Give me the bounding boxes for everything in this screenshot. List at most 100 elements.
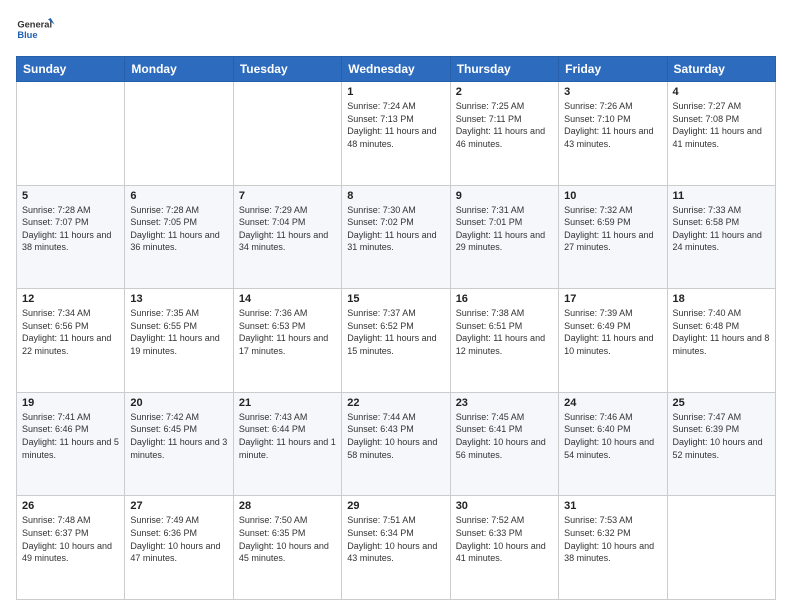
calendar-cell: 16 Sunrise: 7:38 AMSunset: 6:51 PMDaylig… xyxy=(450,289,558,393)
day-info: Sunrise: 7:35 AMSunset: 6:55 PMDaylight:… xyxy=(130,308,219,356)
day-number: 16 xyxy=(456,293,553,305)
day-number: 14 xyxy=(239,293,336,305)
calendar-cell: 20 Sunrise: 7:42 AMSunset: 6:45 PMDaylig… xyxy=(125,392,233,496)
day-number: 6 xyxy=(130,190,227,202)
day-number: 7 xyxy=(239,190,336,202)
day-number: 9 xyxy=(456,190,553,202)
day-info: Sunrise: 7:38 AMSunset: 6:51 PMDaylight:… xyxy=(456,308,545,356)
calendar-cell: 25 Sunrise: 7:47 AMSunset: 6:39 PMDaylig… xyxy=(667,392,775,496)
day-info: Sunrise: 7:31 AMSunset: 7:01 PMDaylight:… xyxy=(456,205,545,253)
day-info: Sunrise: 7:45 AMSunset: 6:41 PMDaylight:… xyxy=(456,412,546,460)
calendar-cell: 1 Sunrise: 7:24 AMSunset: 7:13 PMDayligh… xyxy=(342,82,450,186)
day-info: Sunrise: 7:41 AMSunset: 6:46 PMDaylight:… xyxy=(22,412,119,460)
calendar-cell: 13 Sunrise: 7:35 AMSunset: 6:55 PMDaylig… xyxy=(125,289,233,393)
day-info: Sunrise: 7:26 AMSunset: 7:10 PMDaylight:… xyxy=(564,101,653,149)
calendar-cell: 4 Sunrise: 7:27 AMSunset: 7:08 PMDayligh… xyxy=(667,82,775,186)
calendar-cell xyxy=(125,82,233,186)
day-info: Sunrise: 7:50 AMSunset: 6:35 PMDaylight:… xyxy=(239,515,329,563)
calendar-table: SundayMondayTuesdayWednesdayThursdayFrid… xyxy=(16,56,776,600)
day-number: 28 xyxy=(239,500,336,512)
day-info: Sunrise: 7:40 AMSunset: 6:48 PMDaylight:… xyxy=(673,308,770,356)
calendar-cell: 22 Sunrise: 7:44 AMSunset: 6:43 PMDaylig… xyxy=(342,392,450,496)
day-info: Sunrise: 7:51 AMSunset: 6:34 PMDaylight:… xyxy=(347,515,437,563)
calendar-cell: 28 Sunrise: 7:50 AMSunset: 6:35 PMDaylig… xyxy=(233,496,341,600)
calendar-cell: 9 Sunrise: 7:31 AMSunset: 7:01 PMDayligh… xyxy=(450,185,558,289)
day-info: Sunrise: 7:29 AMSunset: 7:04 PMDaylight:… xyxy=(239,205,328,253)
calendar-week-row: 12 Sunrise: 7:34 AMSunset: 6:56 PMDaylig… xyxy=(17,289,776,393)
day-info: Sunrise: 7:42 AMSunset: 6:45 PMDaylight:… xyxy=(130,412,227,460)
calendar-day-header: Saturday xyxy=(667,57,775,82)
day-info: Sunrise: 7:33 AMSunset: 6:58 PMDaylight:… xyxy=(673,205,762,253)
day-number: 17 xyxy=(564,293,661,305)
day-number: 26 xyxy=(22,500,119,512)
calendar-cell: 23 Sunrise: 7:45 AMSunset: 6:41 PMDaylig… xyxy=(450,392,558,496)
calendar-week-row: 1 Sunrise: 7:24 AMSunset: 7:13 PMDayligh… xyxy=(17,82,776,186)
calendar-cell: 7 Sunrise: 7:29 AMSunset: 7:04 PMDayligh… xyxy=(233,185,341,289)
calendar-cell: 31 Sunrise: 7:53 AMSunset: 6:32 PMDaylig… xyxy=(559,496,667,600)
day-number: 11 xyxy=(673,190,770,202)
calendar-cell: 14 Sunrise: 7:36 AMSunset: 6:53 PMDaylig… xyxy=(233,289,341,393)
header: General Blue xyxy=(16,12,776,48)
logo: General Blue xyxy=(16,12,56,48)
day-info: Sunrise: 7:53 AMSunset: 6:32 PMDaylight:… xyxy=(564,515,654,563)
day-number: 21 xyxy=(239,397,336,409)
day-info: Sunrise: 7:28 AMSunset: 7:05 PMDaylight:… xyxy=(130,205,219,253)
calendar-cell: 2 Sunrise: 7:25 AMSunset: 7:11 PMDayligh… xyxy=(450,82,558,186)
day-info: Sunrise: 7:27 AMSunset: 7:08 PMDaylight:… xyxy=(673,101,762,149)
calendar-week-row: 19 Sunrise: 7:41 AMSunset: 6:46 PMDaylig… xyxy=(17,392,776,496)
logo-svg: General Blue xyxy=(16,12,56,48)
day-number: 1 xyxy=(347,86,444,98)
calendar-cell xyxy=(17,82,125,186)
calendar-cell: 10 Sunrise: 7:32 AMSunset: 6:59 PMDaylig… xyxy=(559,185,667,289)
calendar-day-header: Tuesday xyxy=(233,57,341,82)
svg-text:General: General xyxy=(17,19,52,29)
day-number: 3 xyxy=(564,86,661,98)
calendar-cell: 12 Sunrise: 7:34 AMSunset: 6:56 PMDaylig… xyxy=(17,289,125,393)
calendar-cell: 3 Sunrise: 7:26 AMSunset: 7:10 PMDayligh… xyxy=(559,82,667,186)
day-number: 18 xyxy=(673,293,770,305)
day-number: 13 xyxy=(130,293,227,305)
day-number: 10 xyxy=(564,190,661,202)
day-info: Sunrise: 7:32 AMSunset: 6:59 PMDaylight:… xyxy=(564,205,653,253)
day-info: Sunrise: 7:49 AMSunset: 6:36 PMDaylight:… xyxy=(130,515,220,563)
day-number: 30 xyxy=(456,500,553,512)
day-info: Sunrise: 7:37 AMSunset: 6:52 PMDaylight:… xyxy=(347,308,436,356)
calendar-cell: 26 Sunrise: 7:48 AMSunset: 6:37 PMDaylig… xyxy=(17,496,125,600)
svg-text:Blue: Blue xyxy=(17,30,37,40)
calendar-day-header: Monday xyxy=(125,57,233,82)
calendar-day-header: Wednesday xyxy=(342,57,450,82)
day-number: 22 xyxy=(347,397,444,409)
day-info: Sunrise: 7:36 AMSunset: 6:53 PMDaylight:… xyxy=(239,308,328,356)
page: General Blue SundayMondayTuesdayWednesda… xyxy=(0,0,792,612)
day-info: Sunrise: 7:28 AMSunset: 7:07 PMDaylight:… xyxy=(22,205,111,253)
day-info: Sunrise: 7:44 AMSunset: 6:43 PMDaylight:… xyxy=(347,412,437,460)
day-info: Sunrise: 7:48 AMSunset: 6:37 PMDaylight:… xyxy=(22,515,112,563)
day-info: Sunrise: 7:47 AMSunset: 6:39 PMDaylight:… xyxy=(673,412,763,460)
calendar-day-header: Thursday xyxy=(450,57,558,82)
calendar-cell: 30 Sunrise: 7:52 AMSunset: 6:33 PMDaylig… xyxy=(450,496,558,600)
day-info: Sunrise: 7:46 AMSunset: 6:40 PMDaylight:… xyxy=(564,412,654,460)
calendar-day-header: Friday xyxy=(559,57,667,82)
day-number: 29 xyxy=(347,500,444,512)
calendar-cell: 18 Sunrise: 7:40 AMSunset: 6:48 PMDaylig… xyxy=(667,289,775,393)
calendar-cell: 27 Sunrise: 7:49 AMSunset: 6:36 PMDaylig… xyxy=(125,496,233,600)
calendar-header-row: SundayMondayTuesdayWednesdayThursdayFrid… xyxy=(17,57,776,82)
day-number: 31 xyxy=(564,500,661,512)
day-info: Sunrise: 7:30 AMSunset: 7:02 PMDaylight:… xyxy=(347,205,436,253)
calendar-cell: 5 Sunrise: 7:28 AMSunset: 7:07 PMDayligh… xyxy=(17,185,125,289)
calendar-week-row: 26 Sunrise: 7:48 AMSunset: 6:37 PMDaylig… xyxy=(17,496,776,600)
day-number: 19 xyxy=(22,397,119,409)
calendar-cell: 17 Sunrise: 7:39 AMSunset: 6:49 PMDaylig… xyxy=(559,289,667,393)
calendar-cell: 19 Sunrise: 7:41 AMSunset: 6:46 PMDaylig… xyxy=(17,392,125,496)
calendar-cell xyxy=(233,82,341,186)
calendar-cell: 8 Sunrise: 7:30 AMSunset: 7:02 PMDayligh… xyxy=(342,185,450,289)
day-info: Sunrise: 7:39 AMSunset: 6:49 PMDaylight:… xyxy=(564,308,653,356)
day-number: 25 xyxy=(673,397,770,409)
day-number: 5 xyxy=(22,190,119,202)
day-number: 4 xyxy=(673,86,770,98)
calendar-cell: 6 Sunrise: 7:28 AMSunset: 7:05 PMDayligh… xyxy=(125,185,233,289)
calendar-cell xyxy=(667,496,775,600)
calendar-week-row: 5 Sunrise: 7:28 AMSunset: 7:07 PMDayligh… xyxy=(17,185,776,289)
calendar-day-header: Sunday xyxy=(17,57,125,82)
calendar-cell: 24 Sunrise: 7:46 AMSunset: 6:40 PMDaylig… xyxy=(559,392,667,496)
